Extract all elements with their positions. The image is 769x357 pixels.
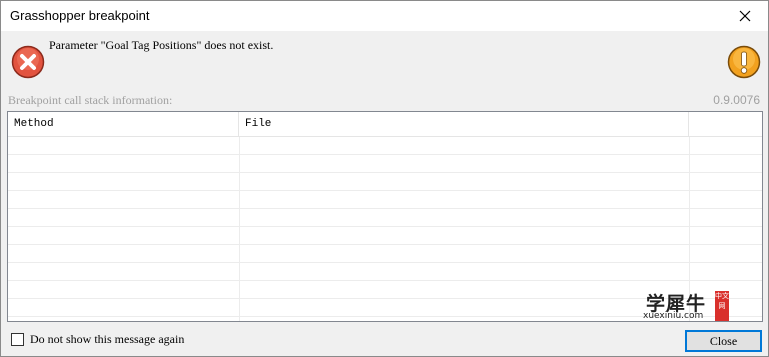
close-icon[interactable] xyxy=(722,1,768,31)
column-header-blank[interactable] xyxy=(689,112,762,137)
title-bar: Grasshopper breakpoint xyxy=(1,1,768,31)
exclamation-warning-icon xyxy=(727,45,761,79)
table-row xyxy=(8,209,762,227)
table-row xyxy=(8,227,762,245)
error-x-icon xyxy=(11,45,45,79)
table-header: Method File xyxy=(8,112,762,137)
error-message: Parameter "Goal Tag Positions" does not … xyxy=(49,38,274,52)
table-row xyxy=(8,155,762,173)
watermark-badge: 中文网 xyxy=(715,291,729,321)
version-label: 0.9.0076 xyxy=(713,93,760,107)
close-button[interactable]: Close xyxy=(685,330,762,352)
dont-show-again-label[interactable]: Do not show this message again xyxy=(30,332,184,347)
watermark-url: xuexiniu.com xyxy=(643,311,704,321)
table-row xyxy=(8,137,762,155)
column-header-method[interactable]: Method xyxy=(8,112,239,137)
table-row xyxy=(8,263,762,281)
dont-show-again-checkbox[interactable] xyxy=(11,333,24,346)
watermark-logo: 学犀牛 xuexiniu.com 中文网 xyxy=(641,289,736,323)
table-row xyxy=(8,173,762,191)
column-divider xyxy=(239,137,240,321)
table-row xyxy=(8,245,762,263)
table-row xyxy=(8,191,762,209)
dont-show-again-option[interactable]: Do not show this message again xyxy=(11,332,184,347)
breakpoint-dialog: Grasshopper breakpoint Parameter "Goal T… xyxy=(0,0,769,357)
stack-caption: Breakpoint call stack information: xyxy=(8,93,173,107)
window-title: Grasshopper breakpoint xyxy=(10,8,150,23)
column-header-file[interactable]: File xyxy=(239,112,689,137)
